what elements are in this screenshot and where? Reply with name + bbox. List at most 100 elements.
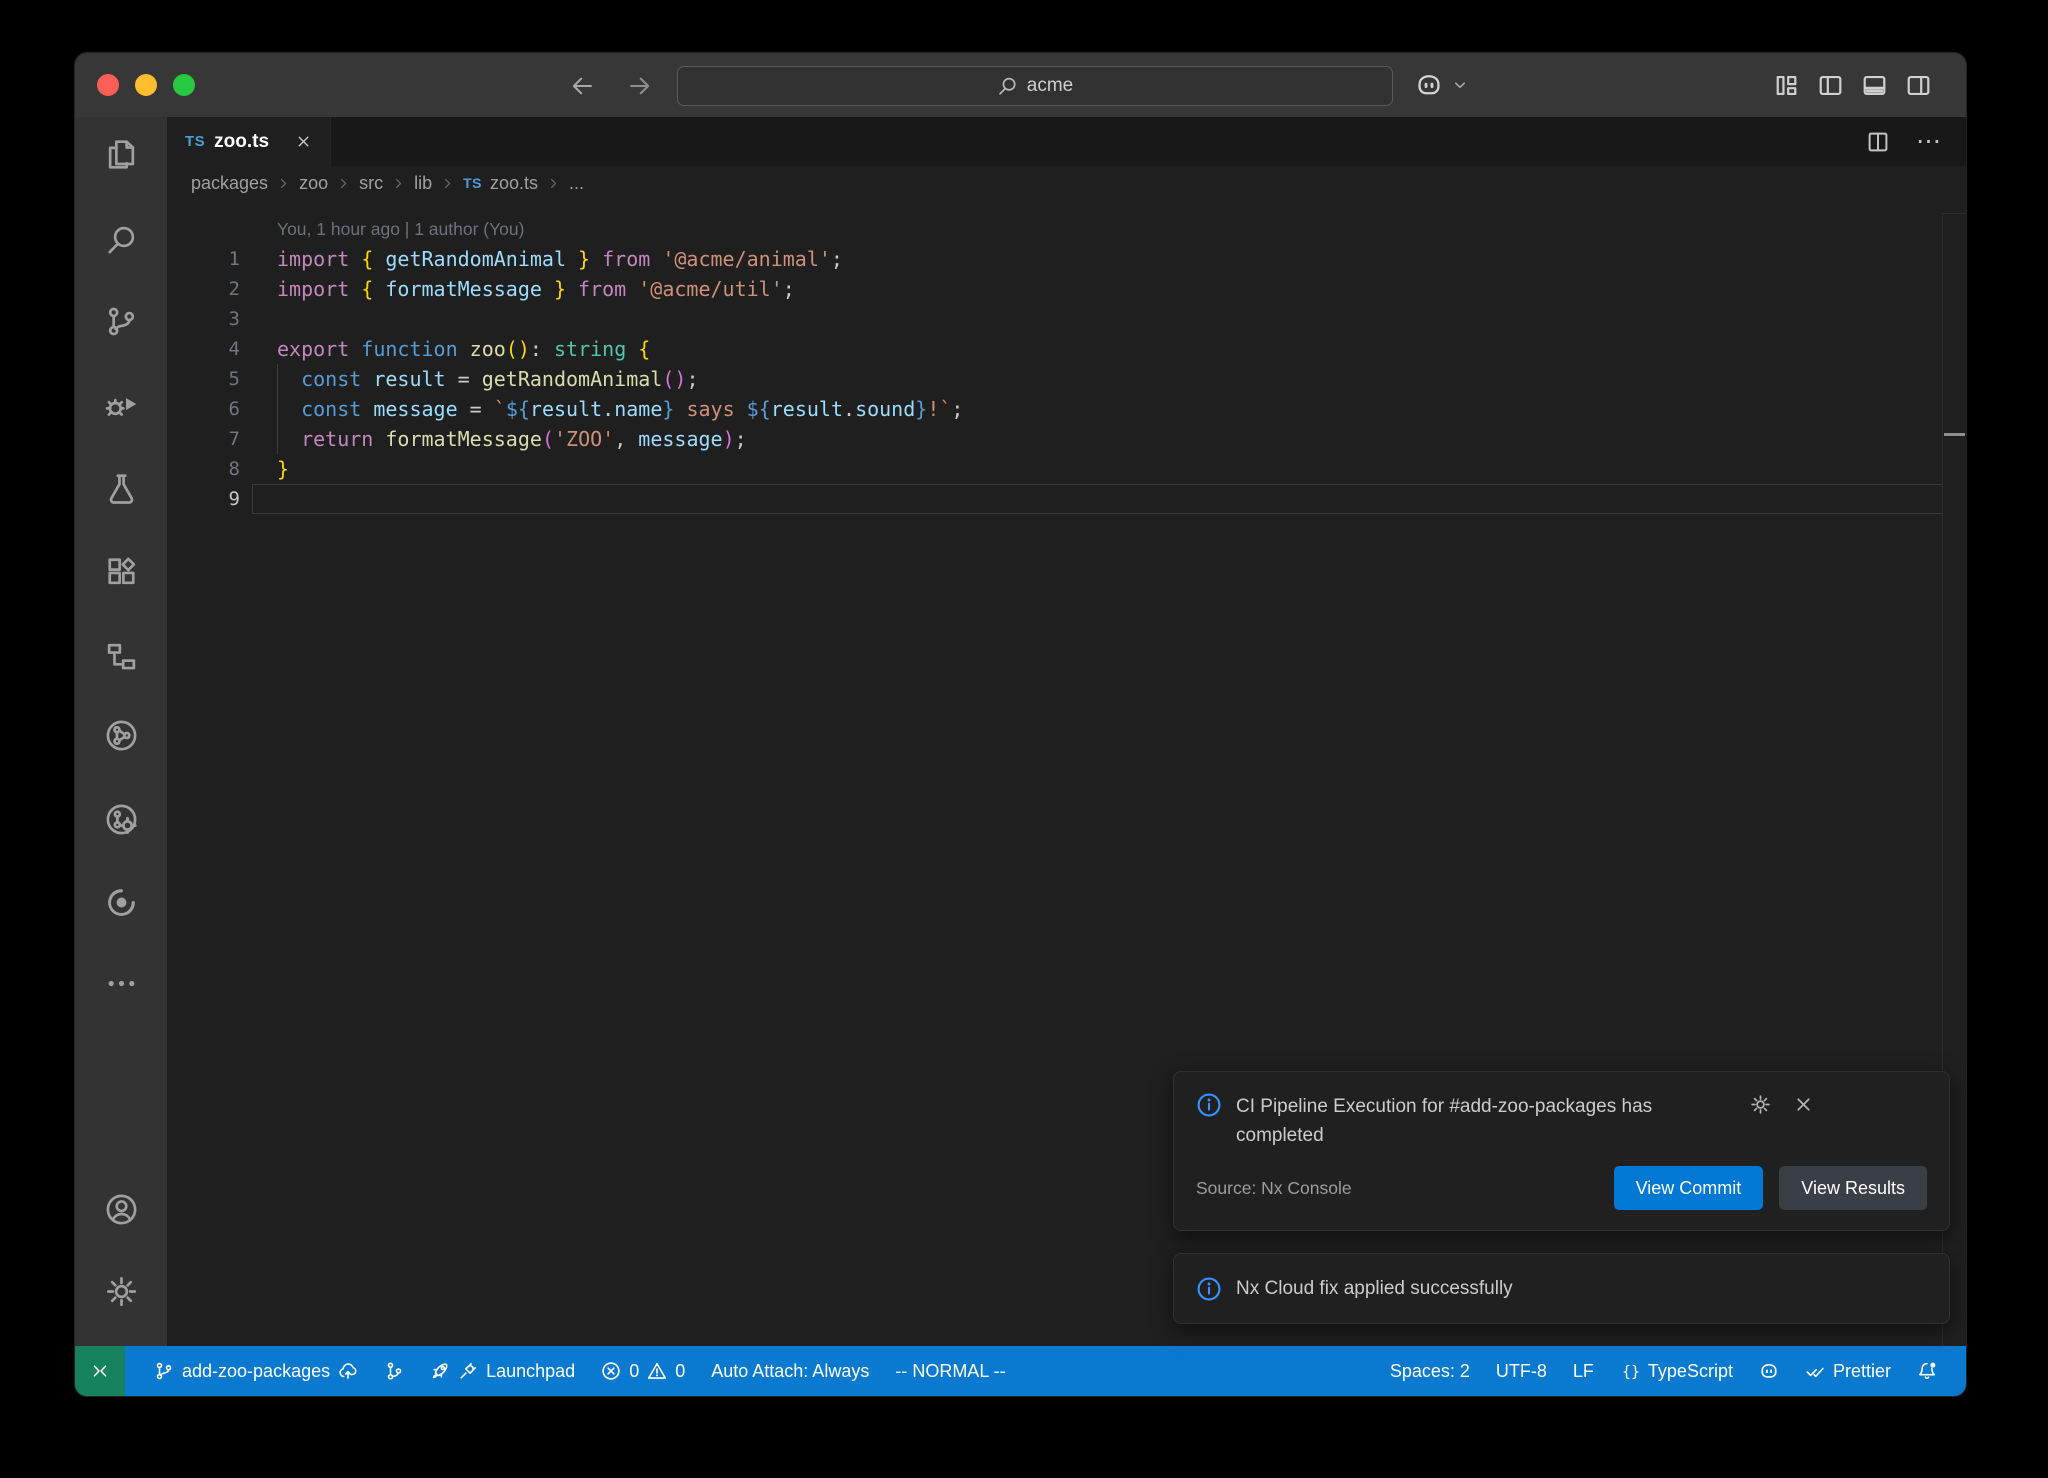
status-vim-mode[interactable]: -- NORMAL --: [882, 1346, 1018, 1396]
notification-center: CI Pipeline Execution for #add-zoo-packa…: [1173, 1071, 1950, 1324]
code-line[interactable]: 1import { getRandomAnimal } from '@acme/…: [167, 244, 1966, 274]
status-git-branch[interactable]: add-zoo-packages: [141, 1346, 371, 1396]
breadcrumb-item-zoo[interactable]: zoo: [299, 173, 328, 194]
search-value: acme: [1027, 75, 1073, 97]
status-copilot-status[interactable]: [1746, 1346, 1792, 1396]
status-remote-indicator[interactable]: [75, 1346, 125, 1396]
code-line[interactable]: 9: [167, 484, 1966, 514]
vscode-window: acme TS zoo.ts ⋯: [75, 53, 1966, 1396]
zoom-window-button[interactable]: [173, 74, 195, 96]
command-center-search[interactable]: acme: [677, 66, 1393, 106]
settings-icon: [105, 1275, 138, 1308]
status-notifications-bell[interactable]: [1904, 1346, 1950, 1396]
activity-item-accounts[interactable]: [99, 1187, 143, 1231]
breadcrumb-item-packages[interactable]: packages: [191, 173, 268, 194]
remote-icon: [90, 1361, 110, 1381]
typescript-file-icon: TS: [185, 133, 205, 150]
activity-item-settings[interactable]: [99, 1269, 143, 1313]
view-commit-button[interactable]: View Commit: [1614, 1166, 1764, 1210]
activity-item-extensions[interactable]: [99, 549, 143, 593]
breadcrumb-item-lib[interactable]: lib: [414, 173, 432, 194]
activity-item-browser-preview[interactable]: [99, 880, 143, 924]
close-window-button[interactable]: [97, 74, 119, 96]
code-line-content: export function zoo(): string {: [240, 334, 650, 364]
history-forward-button[interactable]: [627, 73, 653, 99]
notification-close-icon[interactable]: [1793, 1094, 1814, 1115]
code-line[interactable]: 5 const result = getRandomAnimal();: [167, 364, 1966, 394]
history-back-button[interactable]: [569, 73, 595, 99]
activity-item-source-control[interactable]: [99, 299, 143, 343]
code-line[interactable]: 3: [167, 304, 1966, 334]
code-line-content: const message = `${result.name} says ${r…: [240, 394, 963, 424]
status-problems[interactable]: 00: [588, 1346, 698, 1396]
accounts-icon: [105, 1193, 138, 1226]
notification-message: CI Pipeline Execution for #add-zoo-packa…: [1236, 1092, 1736, 1150]
code-line-content: [240, 484, 277, 514]
branch-icon: [154, 1361, 174, 1381]
breadcrumb: packages zoo src lib TS zoo.ts...: [167, 166, 1966, 200]
plug-icon: [458, 1361, 478, 1381]
info-icon: [1196, 1092, 1222, 1118]
breadcrumb-item-file[interactable]: zoo.ts: [490, 173, 538, 194]
activity-item-more[interactable]: [99, 961, 143, 1005]
status-auto-attach[interactable]: Auto Attach: Always: [698, 1346, 882, 1396]
run-and-debug-icon: [105, 389, 138, 422]
status-formatter-prettier[interactable]: Prettier: [1792, 1346, 1904, 1396]
search-icon: [105, 224, 138, 257]
layout-controls: [1773, 53, 1932, 117]
info-icon: [1196, 1276, 1222, 1302]
cloud-upload-icon: [338, 1361, 358, 1381]
breadcrumb-item-src[interactable]: src: [359, 173, 383, 194]
chevron-right-icon: [391, 176, 406, 191]
chevron-right-icon: [440, 176, 455, 191]
activity-item-testing[interactable]: [99, 466, 143, 510]
notification-settings-icon[interactable]: [1750, 1094, 1771, 1115]
chevron-down-icon: [1451, 76, 1469, 94]
toggle-panel-button[interactable]: [1861, 72, 1888, 99]
customize-layout-button[interactable]: [1773, 72, 1800, 99]
code-line[interactable]: 2import { formatMessage } from '@acme/ut…: [167, 274, 1966, 304]
activity-item-nx-console[interactable]: [99, 713, 143, 757]
copilot-menu[interactable]: [1415, 53, 1469, 117]
code-line-content: }: [240, 454, 289, 484]
search-icon: [997, 76, 1018, 97]
typescript-file-icon: TS: [463, 175, 482, 191]
tab-bar: TS zoo.ts ⋯: [167, 117, 1966, 166]
line-number: 9: [167, 484, 240, 514]
view-results-button[interactable]: View Results: [1779, 1166, 1927, 1210]
editor-more-actions-icon[interactable]: ⋯: [1916, 129, 1942, 154]
testing-icon: [105, 472, 138, 505]
minimize-window-button[interactable]: [135, 74, 157, 96]
line-number: 2: [167, 274, 240, 304]
code-line[interactable]: 4export function zoo(): string {: [167, 334, 1966, 364]
activity-item-run-and-debug[interactable]: [99, 383, 143, 427]
split-editor-icon[interactable]: [1866, 130, 1890, 154]
breadcrumb-symbol-ellipsis[interactable]: ...: [569, 173, 584, 194]
notification-toast-ci-pipeline: CI Pipeline Execution for #add-zoo-packa…: [1173, 1071, 1950, 1231]
notification-message: Nx Cloud fix applied successfully: [1236, 1274, 1913, 1303]
status-encoding[interactable]: UTF-8: [1483, 1346, 1560, 1396]
tab-zoo-ts[interactable]: TS zoo.ts: [167, 117, 331, 166]
copilot-icon: [1759, 1361, 1779, 1381]
status-indentation[interactable]: Spaces: 2: [1377, 1346, 1483, 1396]
toggle-primary-sidebar-button[interactable]: [1817, 72, 1844, 99]
browser-preview-icon: [105, 886, 138, 919]
status-git-graph[interactable]: [371, 1346, 417, 1396]
status-launchpad[interactable]: Launchpad: [417, 1346, 588, 1396]
status-language-mode[interactable]: {}TypeScript: [1607, 1346, 1746, 1396]
source-control-icon: [105, 305, 138, 338]
activity-item-explorer[interactable]: [99, 132, 143, 176]
activity-item-nx-cloud[interactable]: [99, 797, 143, 841]
activity-item-search[interactable]: [99, 218, 143, 262]
code-line[interactable]: 7 return formatMessage('ZOO', message);: [167, 424, 1966, 454]
activity-item-references[interactable]: [99, 634, 143, 678]
close-tab-icon[interactable]: [295, 133, 312, 150]
title-bar: acme: [75, 53, 1966, 117]
notification-source: Source: Nx Console: [1196, 1178, 1598, 1199]
code-line[interactable]: 6 const message = `${result.name} says $…: [167, 394, 1966, 424]
toggle-secondary-sidebar-button[interactable]: [1905, 72, 1932, 99]
chevron-right-icon: [336, 176, 351, 191]
code-line[interactable]: 8}: [167, 454, 1966, 484]
line-number: 8: [167, 454, 240, 484]
status-eol[interactable]: LF: [1560, 1346, 1607, 1396]
